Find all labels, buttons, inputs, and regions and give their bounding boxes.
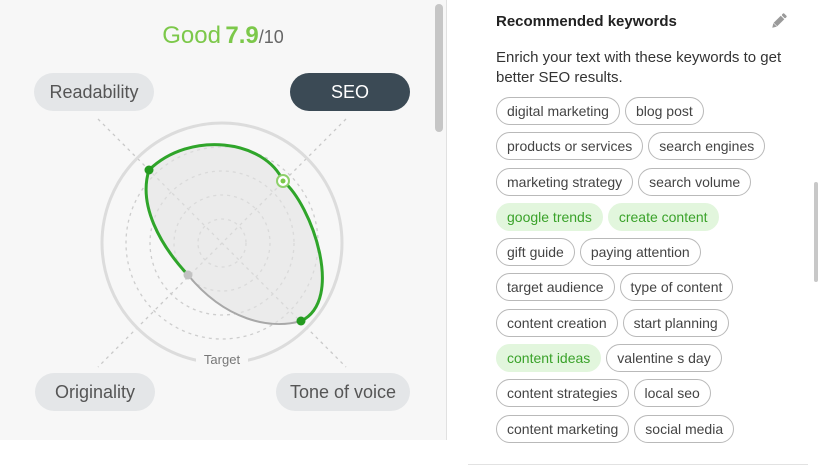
keyword-chip[interactable]: content creation (496, 308, 618, 337)
keyword-chip[interactable]: type of content (619, 273, 734, 302)
divider (468, 464, 808, 465)
keyword-row: gift guide paying attention (496, 238, 796, 267)
keyword-row: digital marketing blog post (496, 97, 796, 125)
keyword-chip[interactable]: start planning (622, 308, 729, 337)
keyword-chip[interactable]: search engines (648, 132, 766, 161)
seo-point-center (280, 178, 286, 184)
keywords-panel: Recommended keywords Enrich your text wi… (466, 0, 833, 472)
readability-tab[interactable]: Readability (34, 73, 154, 111)
keyword-chip[interactable]: gift guide (496, 238, 575, 267)
keywords-description: Enrich your text with these keywords to … (496, 49, 782, 86)
target-label: Target (196, 352, 248, 367)
left-scrollbar[interactable] (435, 4, 443, 132)
keyword-chip[interactable]: products or services (496, 132, 644, 161)
keyword-chip[interactable]: google trends (496, 202, 603, 231)
keyword-chip[interactable]: local seo (633, 379, 711, 408)
keyword-chip[interactable]: content strategies (496, 379, 629, 408)
keyword-row: marketing strategy search volume (496, 167, 796, 196)
keyword-chip[interactable]: search volume (638, 167, 752, 196)
keyword-chip[interactable]: content ideas (496, 344, 602, 373)
keyword-row: content creation start planning (496, 308, 796, 337)
originality-point (183, 270, 193, 280)
tone-of-voice-tab[interactable]: Tone of voice (276, 373, 410, 411)
score-shape (146, 144, 323, 325)
keyword-chip[interactable]: paying attention (579, 238, 701, 267)
score-panel: Good 7.9/10 Target Readability SEO Origi… (0, 0, 447, 440)
keyword-row: products or services search engines (496, 132, 796, 161)
keywords-title: Recommended keywords (496, 13, 677, 30)
keyword-chip-list: digital marketing blog post products or se… (496, 97, 796, 450)
keyword-chip[interactable]: target audience (496, 273, 615, 302)
keyword-row: content ideas valentine s day (496, 344, 796, 373)
keyword-chip[interactable]: valentine s day (606, 344, 722, 373)
seo-tab[interactable]: SEO (290, 73, 410, 111)
right-scrollbar[interactable] (814, 182, 818, 282)
tone-point (296, 316, 306, 326)
keyword-row: content strategies local seo (496, 379, 796, 408)
keyword-chip[interactable]: blog post (624, 97, 704, 125)
keyword-chip[interactable]: marketing strategy (496, 167, 634, 196)
keyword-chip[interactable]: digital marketing (496, 97, 620, 125)
keyword-chip[interactable]: content marketing (496, 414, 630, 443)
pencil-icon[interactable] (768, 10, 790, 32)
keyword-row: target audience type of content (496, 273, 796, 302)
readability-point (144, 165, 154, 175)
keyword-chip[interactable]: social media (634, 414, 735, 443)
originality-tab[interactable]: Originality (35, 373, 155, 411)
keyword-chip[interactable]: create content (607, 202, 719, 231)
keyword-row: content marketing social media (496, 414, 796, 443)
keyword-row: google trends create content (496, 202, 796, 231)
